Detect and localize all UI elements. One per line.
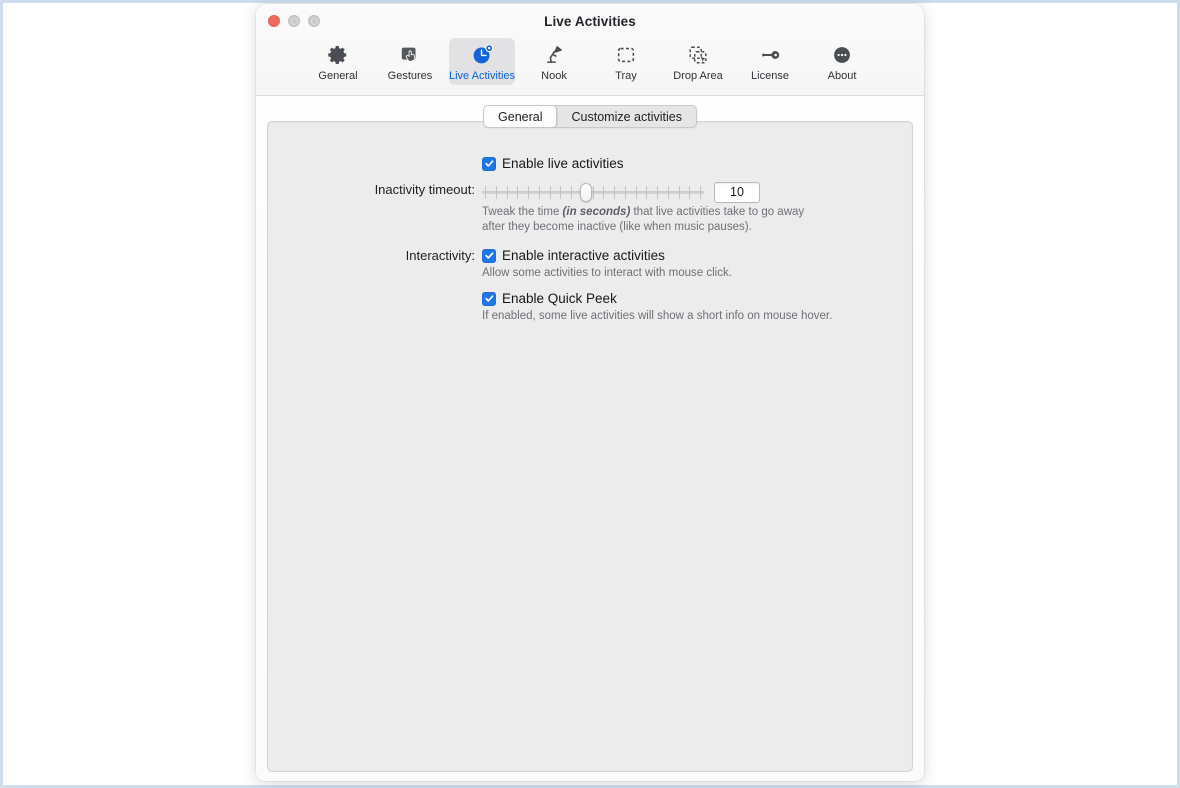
toolbar-item-nook[interactable]: Nook (521, 38, 587, 85)
general-settings-form: Enable live activities Inactivity timeou… (268, 122, 912, 324)
settings-panel: General Customize activities Enable live… (267, 105, 913, 772)
toolbar-item-general[interactable]: General (305, 38, 371, 85)
slider-tick (528, 186, 529, 199)
toolbar: General Gestures Live Activities Nook Tr… (256, 38, 924, 85)
toolbar-item-tray[interactable]: Tray (593, 38, 659, 85)
toolbar-item-label: General (318, 70, 358, 82)
desk-lamp-icon (543, 42, 565, 67)
toolbar-item-label: Drop Area (673, 70, 723, 82)
hint-text-a: Tweak the time (482, 206, 563, 218)
slider-tick (571, 186, 572, 199)
row-quick-peek: Enable Quick Peek If enabled, some live … (268, 290, 912, 324)
enable-interactive-activities-hint: Allow some activities to interact with m… (482, 267, 732, 279)
slider-tick (495, 186, 497, 199)
page-root: { "window": { "title": "Live Activities"… (0, 0, 1180, 788)
hint-text-line2: after they become inactive (like when mu… (482, 221, 752, 233)
toolbar-item-label: About (827, 70, 857, 82)
gear-icon (327, 42, 349, 67)
slider-tick (667, 186, 669, 199)
toolbar-item-license[interactable]: License (737, 38, 803, 85)
ellipsis-circle-icon (831, 42, 853, 67)
toolbar-item-label: License (751, 70, 789, 82)
slider-tick (700, 186, 701, 199)
slider-tick (560, 186, 562, 199)
slider-tick (485, 186, 486, 199)
enable-live-activities-label: Enable live activities (502, 156, 624, 171)
toolbar-item-drop-area[interactable]: Drop Area (665, 38, 731, 85)
window-body: General Customize activities Enable live… (256, 96, 924, 781)
slider-knob[interactable] (580, 183, 593, 202)
toolbar-item-label: Live Activities (448, 70, 516, 82)
toolbar-item-label: Tray (615, 70, 637, 82)
titlebar: Live Activities General Gestures Live Ac… (256, 4, 924, 96)
drop-area-icon (687, 42, 709, 67)
enable-live-activities-checkbox-row[interactable]: Enable live activities (482, 155, 912, 172)
close-button[interactable] (268, 15, 280, 27)
interactivity-label: Interactivity: (405, 248, 475, 263)
minimize-button[interactable] (288, 15, 300, 27)
row-label-spacer-2 (268, 290, 482, 291)
slider-ticks (485, 186, 701, 199)
toolbar-item-gestures[interactable]: Gestures (377, 38, 443, 85)
slider-tick (614, 186, 615, 199)
toolbar-item-label: Gestures (387, 70, 433, 82)
enable-interactive-activities-checkbox[interactable] (482, 248, 496, 263)
slider-tick (678, 186, 680, 199)
enable-quick-peek-hint: If enabled, some live activities will sh… (482, 310, 833, 322)
inactivity-timeout-slider[interactable] (482, 181, 704, 203)
enable-interactive-activities-checkbox-row[interactable]: Enable interactive activities (482, 247, 912, 264)
inactivity-timeout-hint: Tweak the time (in seconds) that live ac… (482, 205, 912, 235)
hint-text-emphasis: (in seconds) (562, 206, 631, 218)
slider-tick (603, 186, 605, 199)
checkmark-icon (484, 160, 493, 167)
inactivity-timeout-input[interactable]: 10 (714, 181, 760, 203)
row-label-spacer (268, 155, 482, 156)
slider-tick (538, 186, 540, 199)
key-icon (759, 42, 782, 67)
slider-tick (517, 186, 519, 199)
row-inactivity-timeout: Inactivity timeout: 10 Tweak the time (i (268, 181, 912, 235)
slider-tick (657, 186, 658, 199)
slider-tick (635, 186, 637, 199)
checkmark-icon (484, 252, 493, 259)
live-activity-clock-icon (471, 42, 494, 67)
toolbar-item-about[interactable]: About (809, 38, 875, 85)
dashed-square-icon (615, 42, 637, 67)
checkmark-icon (484, 295, 493, 302)
enable-interactive-activities-label: Enable interactive activities (502, 248, 665, 263)
row-enable-live-activities: Enable live activities (268, 155, 912, 172)
row-interactivity: Interactivity: Enable interactive activi… (268, 247, 912, 281)
enable-quick-peek-label: Enable Quick Peek (502, 291, 617, 306)
enable-quick-peek-checkbox-row[interactable]: Enable Quick Peek (482, 290, 912, 307)
hint-text-b: that live activities take to go away (630, 206, 805, 218)
slider-tick (506, 186, 508, 199)
slider-tick (592, 186, 594, 199)
inactivity-timeout-control: 10 (482, 181, 912, 203)
slider-tick (646, 186, 648, 199)
toolbar-item-label: Nook (541, 70, 567, 82)
window-title: Live Activities (544, 14, 636, 29)
traffic-light-group (268, 15, 320, 27)
hand-gesture-icon (399, 42, 422, 67)
enable-quick-peek-checkbox[interactable] (482, 291, 496, 306)
inactivity-timeout-label: Inactivity timeout: (374, 182, 475, 197)
toolbar-item-live-activities[interactable]: Live Activities (449, 38, 515, 85)
zoom-button[interactable] (308, 15, 320, 27)
slider-tick (549, 186, 551, 199)
slider-tick (689, 186, 691, 199)
slider-tick (624, 186, 626, 199)
app-window: Live Activities General Gestures Live Ac… (256, 4, 924, 781)
enable-live-activities-checkbox[interactable] (482, 156, 496, 171)
